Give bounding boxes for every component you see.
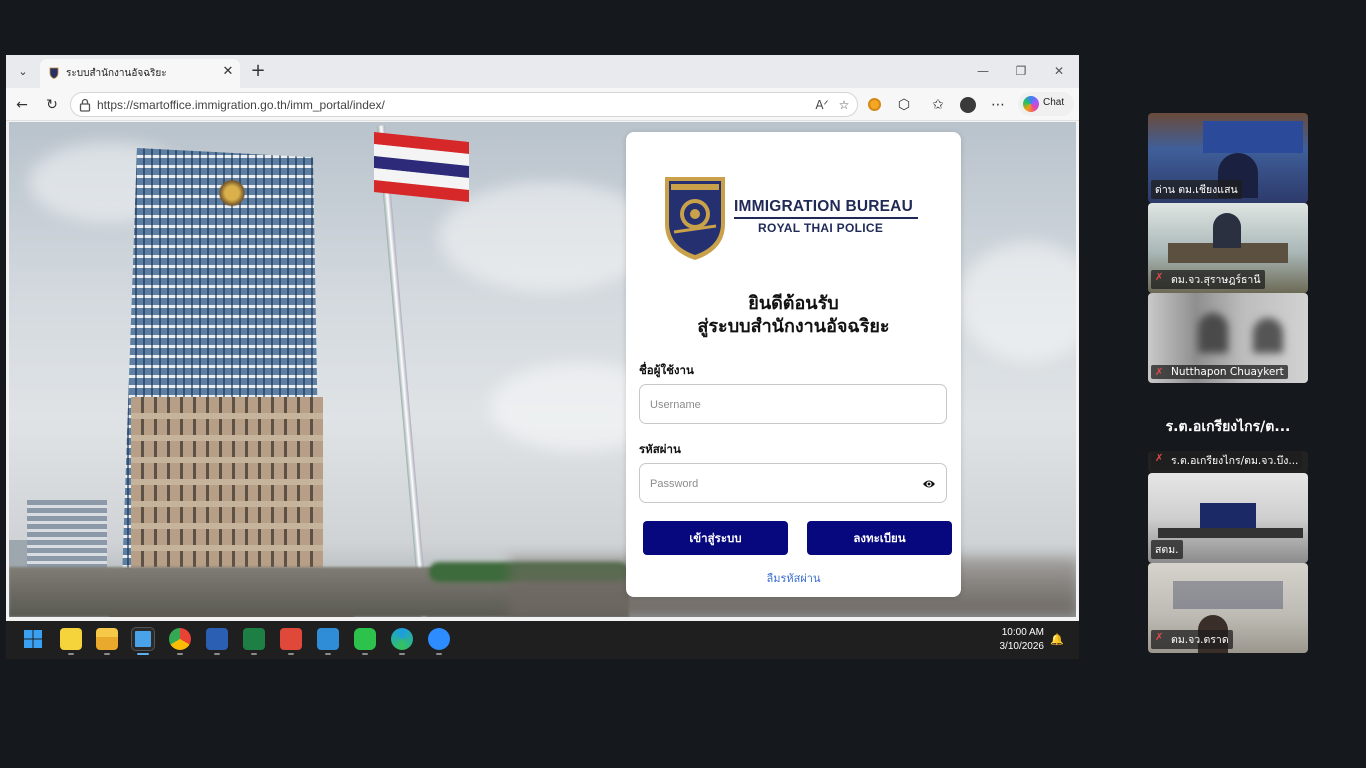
- chat-label: Chat: [1043, 97, 1065, 108]
- tab-title: ระบบสำนักงานอัจฉริยะ: [66, 68, 167, 79]
- participant-name: ✗ Nutthapon Chuaykert: [1151, 365, 1288, 379]
- line-icon[interactable]: [354, 628, 376, 650]
- participant-name: ✗ ร.ต.อเกรียงไกร/ตม.จว.บึง...: [1151, 451, 1303, 470]
- login-button[interactable]: เข้าสู่ระบบ: [643, 521, 788, 555]
- refresh-icon[interactable]: ↻: [42, 95, 62, 115]
- read-aloud-icon[interactable]: Aᐟ: [813, 96, 831, 114]
- thai-flag-image: [374, 132, 469, 202]
- active-speaker-heading: ร.ต.อเกรียงไกร/ต...: [1165, 419, 1291, 435]
- clock-date[interactable]: 3/10/2026: [988, 641, 1045, 652]
- forgot-password-link[interactable]: ลืมรหัสผ่าน: [626, 569, 961, 587]
- copilot-chat-button[interactable]: Chat: [1018, 92, 1074, 116]
- police-badge-favicon-icon: [49, 67, 59, 79]
- immigration-logo: IMMIGRATION BUREAU ROYAL THAI POLICE: [662, 174, 932, 264]
- zoom-icon[interactable]: [428, 628, 450, 650]
- welcome-line-1: ยินดีต้อนรับ: [748, 293, 839, 314]
- mic-off-icon: ✗: [1155, 272, 1164, 283]
- shared-screen: ⌄ ระบบสำนักงานอัจฉริยะ ✕ + — ❐ ✕ ← ↻ htt…: [6, 55, 1079, 659]
- password-input[interactable]: [650, 475, 910, 493]
- s-app-icon[interactable]: [317, 628, 339, 650]
- password-field[interactable]: [639, 463, 947, 503]
- clock-time[interactable]: 10:00 AM: [988, 627, 1044, 638]
- browser-tab[interactable]: ระบบสำนักงานอัจฉริยะ ✕: [40, 59, 240, 88]
- participant-tile[interactable]: ✗ ตม.จว.ตราด: [1148, 563, 1308, 653]
- restore-icon[interactable]: ❐: [1010, 61, 1032, 81]
- favorites-icon[interactable]: ✩: [928, 95, 948, 115]
- browser-tab-bar: ⌄ ระบบสำนักงานอัจฉริยะ ✕ + — ❐ ✕: [6, 55, 1079, 88]
- username-field[interactable]: [639, 384, 947, 424]
- participant-name: ด่าน ตม.เชียงแสน: [1151, 180, 1242, 199]
- notification-bell-icon[interactable]: 🔔: [1050, 633, 1064, 647]
- mic-off-icon: ✗: [1155, 632, 1164, 643]
- password-label: รหัสผ่าน: [639, 442, 681, 456]
- more-icon[interactable]: ⋯: [988, 95, 1008, 115]
- username-label: ชื่อผู้ใช้งาน: [639, 363, 694, 377]
- favorite-star-icon[interactable]: ☆: [835, 96, 853, 114]
- copilot-icon: [1023, 96, 1039, 112]
- username-input[interactable]: [650, 396, 910, 414]
- extension-icon[interactable]: [864, 95, 884, 115]
- login-page: IMMIGRATION BUREAU ROYAL THAI POLICE ยิน…: [9, 122, 1076, 617]
- brand-title: IMMIGRATION BUREAU: [734, 198, 913, 215]
- participant-tile[interactable]: ด่าน ตม.เชียงแสน: [1148, 113, 1308, 203]
- close-icon[interactable]: ✕: [220, 64, 236, 80]
- participant-name: ✗ ตม.จว.สุราษฎร์ธานี: [1151, 270, 1265, 289]
- close-icon[interactable]: ✕: [1048, 61, 1070, 81]
- login-card: IMMIGRATION BUREAU ROYAL THAI POLICE ยิน…: [626, 132, 961, 597]
- notepad-icon[interactable]: [131, 627, 155, 651]
- participant-tile[interactable]: ✗ ร.ต.อเกรียงไกร/ตม.จว.บึง...: [1148, 451, 1308, 473]
- register-button[interactable]: ลงทะเบียน: [807, 521, 952, 555]
- address-bar[interactable]: https://smartoffice.immigration.go.th/im…: [70, 92, 858, 117]
- back-icon[interactable]: ←: [12, 95, 32, 115]
- word-icon[interactable]: [206, 628, 228, 650]
- excel-icon[interactable]: [243, 628, 265, 650]
- participant-name: ✗ ตม.จว.ตราด: [1151, 630, 1233, 649]
- windows-start-icon[interactable]: [22, 628, 44, 650]
- welcome-heading: ยินดีต้อนรับ สู่ระบบสำนักงานอัจฉริยะ: [626, 292, 961, 338]
- edge-icon[interactable]: [391, 628, 413, 650]
- participant-tile[interactable]: สตม.: [1148, 473, 1308, 563]
- mic-off-icon: ✗: [1155, 367, 1164, 378]
- minimize-icon[interactable]: —: [972, 61, 994, 81]
- url-text: https://smartoffice.immigration.go.th/im…: [97, 98, 385, 112]
- lock-icon: [79, 98, 91, 112]
- welcome-line-2: สู่ระบบสำนักงานอัจฉริยะ: [697, 316, 890, 337]
- chrome-icon[interactable]: [169, 628, 191, 650]
- participant-name: สตม.: [1151, 540, 1183, 559]
- tab-list-icon[interactable]: ⌄: [14, 63, 32, 81]
- police-badge-icon: [665, 177, 725, 260]
- windows-taskbar: 10:00 AM 3/10/2026 🔔: [6, 621, 1079, 659]
- mic-off-icon: ✗: [1155, 453, 1164, 464]
- participant-tile[interactable]: ✗ ตม.จว.สุราษฎร์ธานี: [1148, 203, 1308, 293]
- browser-toolbar: ← ↻ https://smartoffice.immigration.go.t…: [6, 88, 1079, 121]
- sticky-notes-icon[interactable]: [60, 628, 82, 650]
- puzzle-icon[interactable]: ⬡: [894, 95, 914, 115]
- wps-icon[interactable]: [280, 628, 302, 650]
- file-explorer-icon[interactable]: [96, 628, 118, 650]
- brand-divider: [734, 217, 918, 219]
- show-password-eye-icon[interactable]: [922, 478, 936, 490]
- plus-icon[interactable]: +: [248, 61, 268, 81]
- brand-subtitle: ROYAL THAI POLICE: [758, 221, 884, 235]
- participant-tile[interactable]: ✗ Nutthapon Chuaykert: [1148, 293, 1308, 383]
- profile-icon[interactable]: [958, 95, 978, 115]
